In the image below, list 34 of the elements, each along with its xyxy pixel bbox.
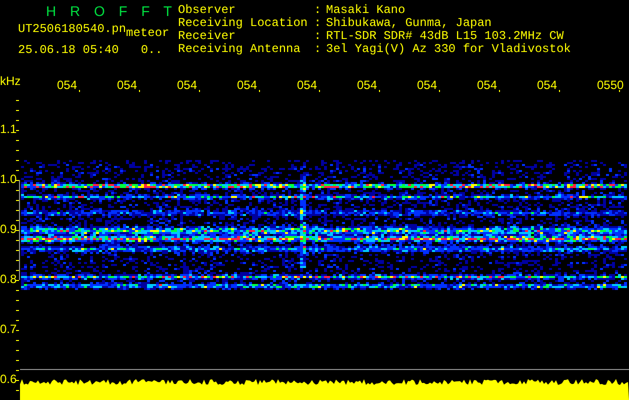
info-value: 3el Yagi(V) Az 330 for Vladivostok [326,43,571,56]
time-label: 054 [297,79,318,91]
time-label: 054 [117,79,138,91]
count-text: 0.. [140,44,162,56]
separator-text: : [314,43,322,56]
frequency-label: 0.8 [0,273,17,285]
frequency-label: 0.6 [0,373,17,385]
frequency-label: 0.9 [0,223,17,235]
date-time: 25.06.18 05:40 [18,44,119,56]
file-tag: meteor [126,27,170,39]
separator-text: : [314,30,322,43]
info-value: Masaki Kano [326,4,406,17]
time-label: 054 [57,79,78,91]
info-value: RTL-SDR SDR# 43dB L15 103.2MHz CW [326,30,565,43]
frequency-label: 1.1 [0,123,17,135]
time-label: 054 [537,79,558,91]
unit-label: kHz [0,75,21,87]
frequency-label: 0.7 [0,323,17,335]
frequency-label: 1.0 [0,173,17,185]
separator-text: : [314,17,322,30]
time-label: 054 [417,79,438,91]
info-label: Receiver [178,30,237,43]
info-label: Observer [178,4,237,17]
info-value: Shibukawa, Gunma, Japan [326,17,493,30]
info-label: Receiving Location [178,17,309,30]
time-label: 054 [237,79,258,91]
time-label: 054 [357,79,378,91]
time-label: 054 [477,79,498,91]
info-label: Receiving Antenna [178,43,302,56]
time-label: 054 [177,79,198,91]
time-label: 0550 [597,79,624,91]
program-title: H R O F F T [46,3,177,19]
separator-text: : [314,4,322,17]
file-name: UT2506180540.pn [18,23,126,38]
